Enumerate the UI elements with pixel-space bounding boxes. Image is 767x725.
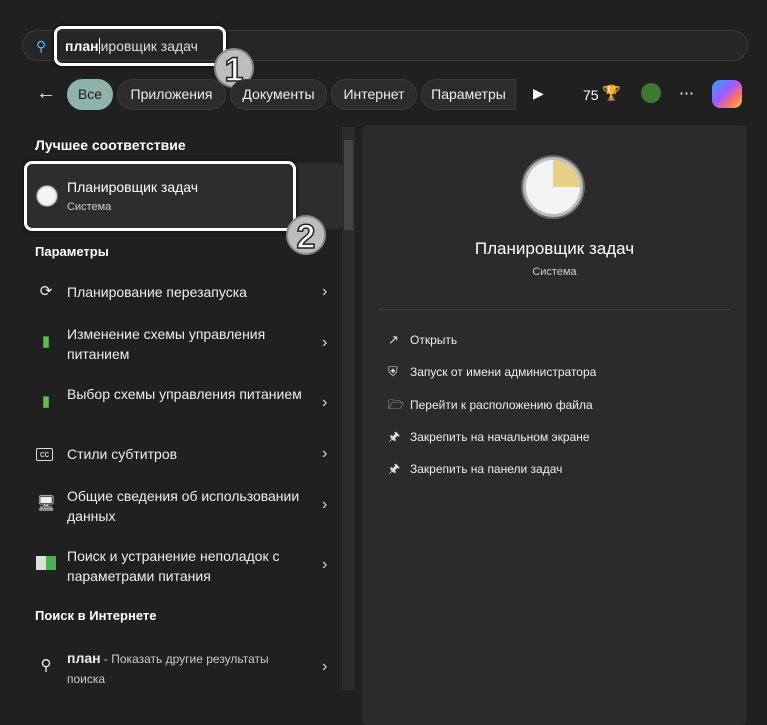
filter-web[interactable]: Интернет — [331, 79, 417, 110]
chevron-right-icon: › — [322, 496, 328, 513]
annotation-box-1 — [54, 26, 226, 66]
filter-settings[interactable]: Параметры — [421, 79, 516, 110]
copilot-icon[interactable] — [712, 80, 742, 108]
rewards-points[interactable]: 75 — [583, 87, 599, 103]
restart-icon: ⟳ — [39, 283, 53, 300]
chevron-right-icon: › — [322, 394, 328, 411]
trophy-icon: 🏆 — [602, 85, 621, 102]
shield-icon: ⛨ — [388, 364, 398, 379]
search-icon: ⚲ — [40, 657, 52, 674]
data-usage-icon: 🖥 — [36, 495, 56, 512]
action-open[interactable]: ↗ Открыть — [388, 332, 457, 348]
action-label: Открыть — [410, 333, 458, 347]
item-label: Поиск и устранение неполадок с параметра… — [67, 548, 280, 584]
open-icon: ↗ — [388, 332, 399, 347]
best-match-header: Лучшее соответствие — [35, 137, 186, 153]
settings-item[interactable]: ▮ Изменение схемы управления питанием › — [36, 324, 336, 364]
item-label: Стили субтитров — [67, 446, 178, 462]
settings-item[interactable]: 🖥 Общие сведения об использовании данных › — [36, 486, 336, 526]
detail-panel: Планировщик задач Система — [362, 125, 747, 725]
settings-item[interactable]: ⟳ Планирование перезапуска › — [36, 282, 336, 302]
chevron-right-icon: › — [322, 334, 328, 351]
action-open-file-location[interactable]: 🗁 Перейти к расположению файла — [388, 396, 593, 418]
search-icon: ⚲ — [36, 38, 47, 54]
web-search-item[interactable]: ⚲ план - Показать другие результаты поиск… — [36, 648, 336, 688]
settings-item[interactable]: ▮ Выбор схемы управления питанием › — [36, 384, 336, 424]
settings-item[interactable]: cc Стили субтитров › — [36, 444, 336, 464]
troubleshoot-icon — [36, 556, 56, 570]
web-header: Поиск в Интернете — [35, 608, 157, 623]
action-label: Запуск от имени администратора — [410, 365, 597, 379]
scrollbar-thumb[interactable] — [344, 140, 353, 230]
annotation-box-2 — [24, 161, 296, 231]
more-filters-play-icon[interactable]: ▶ — [533, 85, 544, 102]
chevron-right-icon: › — [322, 556, 328, 573]
item-label: Общие сведения об использовании данных — [67, 488, 300, 524]
pin-icon: 🖈 — [388, 429, 401, 444]
item-label: Изменение схемы управления питанием — [67, 326, 266, 362]
web-query: план — [67, 650, 101, 666]
power-plan-icon: ▮ — [41, 333, 51, 350]
back-arrow-icon[interactable]: ← — [36, 82, 56, 105]
more-options-icon[interactable]: ⋯ — [679, 84, 694, 102]
item-label: Планирование перезапуска — [67, 284, 247, 300]
chevron-right-icon: › — [322, 658, 328, 675]
settings-header: Параметры — [35, 244, 109, 259]
action-label: Закрепить на начальном экране — [410, 430, 590, 444]
annotation-number-2: 2 — [286, 215, 326, 257]
avatar[interactable] — [641, 83, 661, 103]
action-label: Перейти к расположению файла — [410, 398, 593, 412]
clock-icon — [523, 157, 583, 217]
action-run-as-admin[interactable]: ⛨ Запуск от имени администратора — [388, 364, 596, 380]
filter-documents[interactable]: Документы — [230, 79, 327, 110]
filter-all[interactable]: Все — [67, 79, 113, 110]
item-label: Выбор схемы управления питанием — [67, 386, 302, 402]
action-pin-start[interactable]: 🖈 Закрепить на начальном экране — [388, 428, 590, 450]
chevron-right-icon: › — [322, 445, 328, 462]
divider — [378, 309, 730, 310]
pin-icon: 🖈 — [388, 461, 401, 476]
action-label: Закрепить на панели задач — [410, 462, 563, 476]
cc-icon: cc — [36, 448, 53, 461]
action-pin-taskbar[interactable]: 🖈 Закрепить на панели задач — [388, 460, 562, 482]
chevron-right-icon: › — [322, 283, 328, 300]
power-plan-icon: ▮ — [41, 393, 51, 410]
folder-icon: 🗁 — [388, 397, 405, 412]
detail-title: Планировщик задач — [474, 239, 635, 258]
settings-item[interactable]: Поиск и устранение неполадок с параметра… — [36, 546, 336, 586]
filter-apps[interactable]: Приложения — [117, 79, 226, 110]
detail-subtitle: Система — [532, 266, 577, 278]
